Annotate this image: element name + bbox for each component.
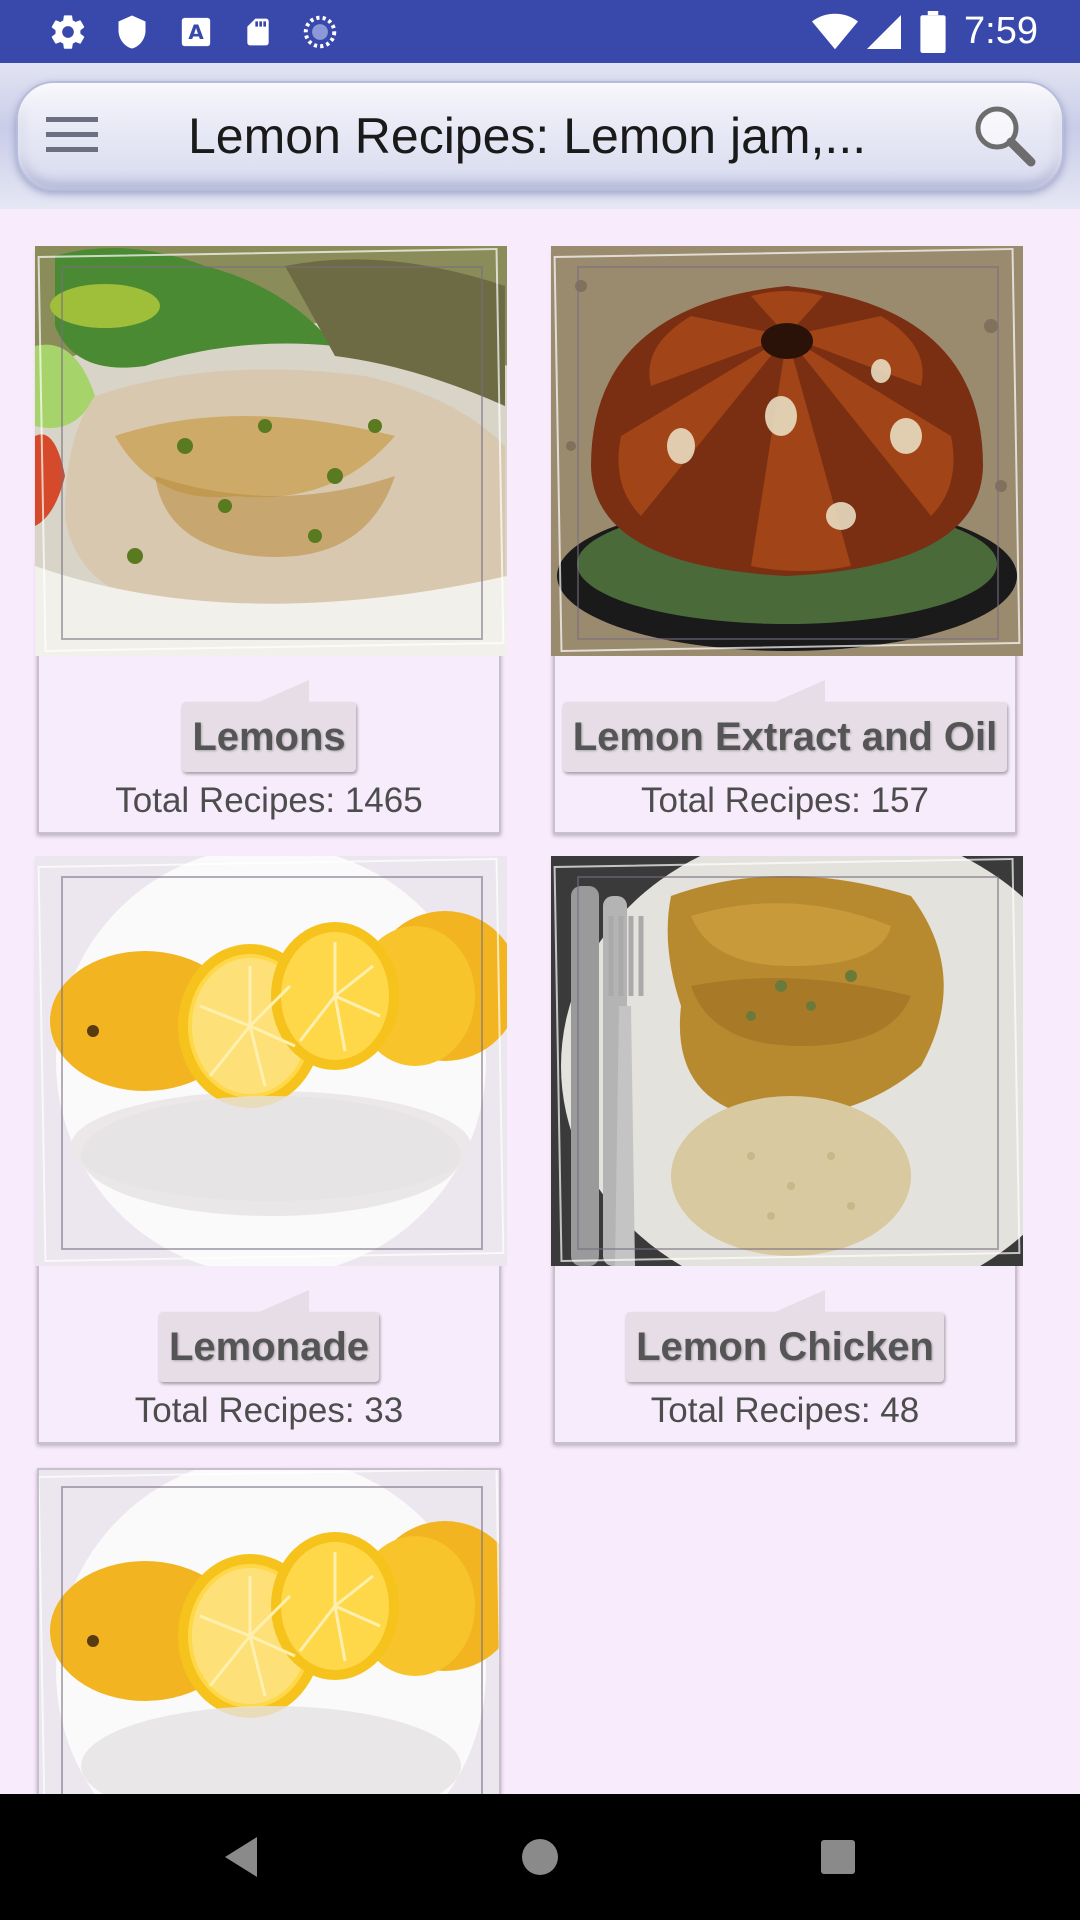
svg-text:A: A <box>188 21 204 44</box>
category-card[interactable]: Lemon Chicken Total Recipes: 48 <box>551 856 1023 1444</box>
category-card[interactable]: Lemon Extract and Oil Total Recipes: 157 <box>551 246 1023 834</box>
category-name: Lemons <box>182 702 356 772</box>
label-wrap: Lemonade <box>39 1312 499 1382</box>
navigation-bar <box>0 1794 1080 1920</box>
label-wrap: Lemons <box>39 702 499 772</box>
app-bar: Lemon Recipes: Lemon jam,... <box>0 63 1080 209</box>
category-name: Lemon Extract and Oil <box>562 702 1008 772</box>
search-icon[interactable] <box>964 95 1044 175</box>
recipe-count: Total Recipes: 48 <box>650 1391 920 1430</box>
lemons-photo <box>35 856 507 1266</box>
signal-icon <box>864 0 904 63</box>
status-time: 7:59 <box>964 10 1038 52</box>
font-a-icon: A <box>174 0 218 63</box>
wifi-icon <box>810 0 860 63</box>
settings-icon <box>46 0 90 63</box>
sd-card-icon <box>236 0 280 63</box>
status-bar: A 7:59 <box>0 0 1080 63</box>
back-icon[interactable] <box>206 1822 276 1892</box>
recipe-count: Total Recipes: 33 <box>134 1391 404 1430</box>
shield-icon <box>110 0 154 63</box>
recents-icon[interactable] <box>803 1822 873 1892</box>
lemons-photo <box>39 1470 499 1794</box>
hamburger-menu-icon[interactable] <box>36 99 108 171</box>
label-wrap: Lemon Extract and Oil <box>555 702 1015 772</box>
sync-circle-icon <box>298 0 342 63</box>
app-title: Lemon Recipes: Lemon jam,... <box>188 108 867 164</box>
home-icon[interactable] <box>505 1822 575 1892</box>
chicken-rice-plate-photo <box>551 856 1023 1266</box>
fish-with-capers-photo <box>35 246 507 656</box>
bundt-cake-photo <box>551 246 1023 656</box>
recipe-count: Total Recipes: 157 <box>641 781 929 820</box>
category-card[interactable]: Lemonade Total Recipes: 33 <box>35 856 507 1444</box>
category-card[interactable] <box>37 1468 501 1794</box>
label-wrap: Lemon Chicken <box>555 1312 1015 1382</box>
battery-icon <box>918 0 948 63</box>
category-card[interactable]: Lemons Total Recipes: 1465 <box>35 246 507 834</box>
category-name: Lemonade <box>158 1312 380 1382</box>
category-name: Lemon Chicken <box>626 1312 944 1382</box>
recipe-count: Total Recipes: 1465 <box>115 781 423 820</box>
